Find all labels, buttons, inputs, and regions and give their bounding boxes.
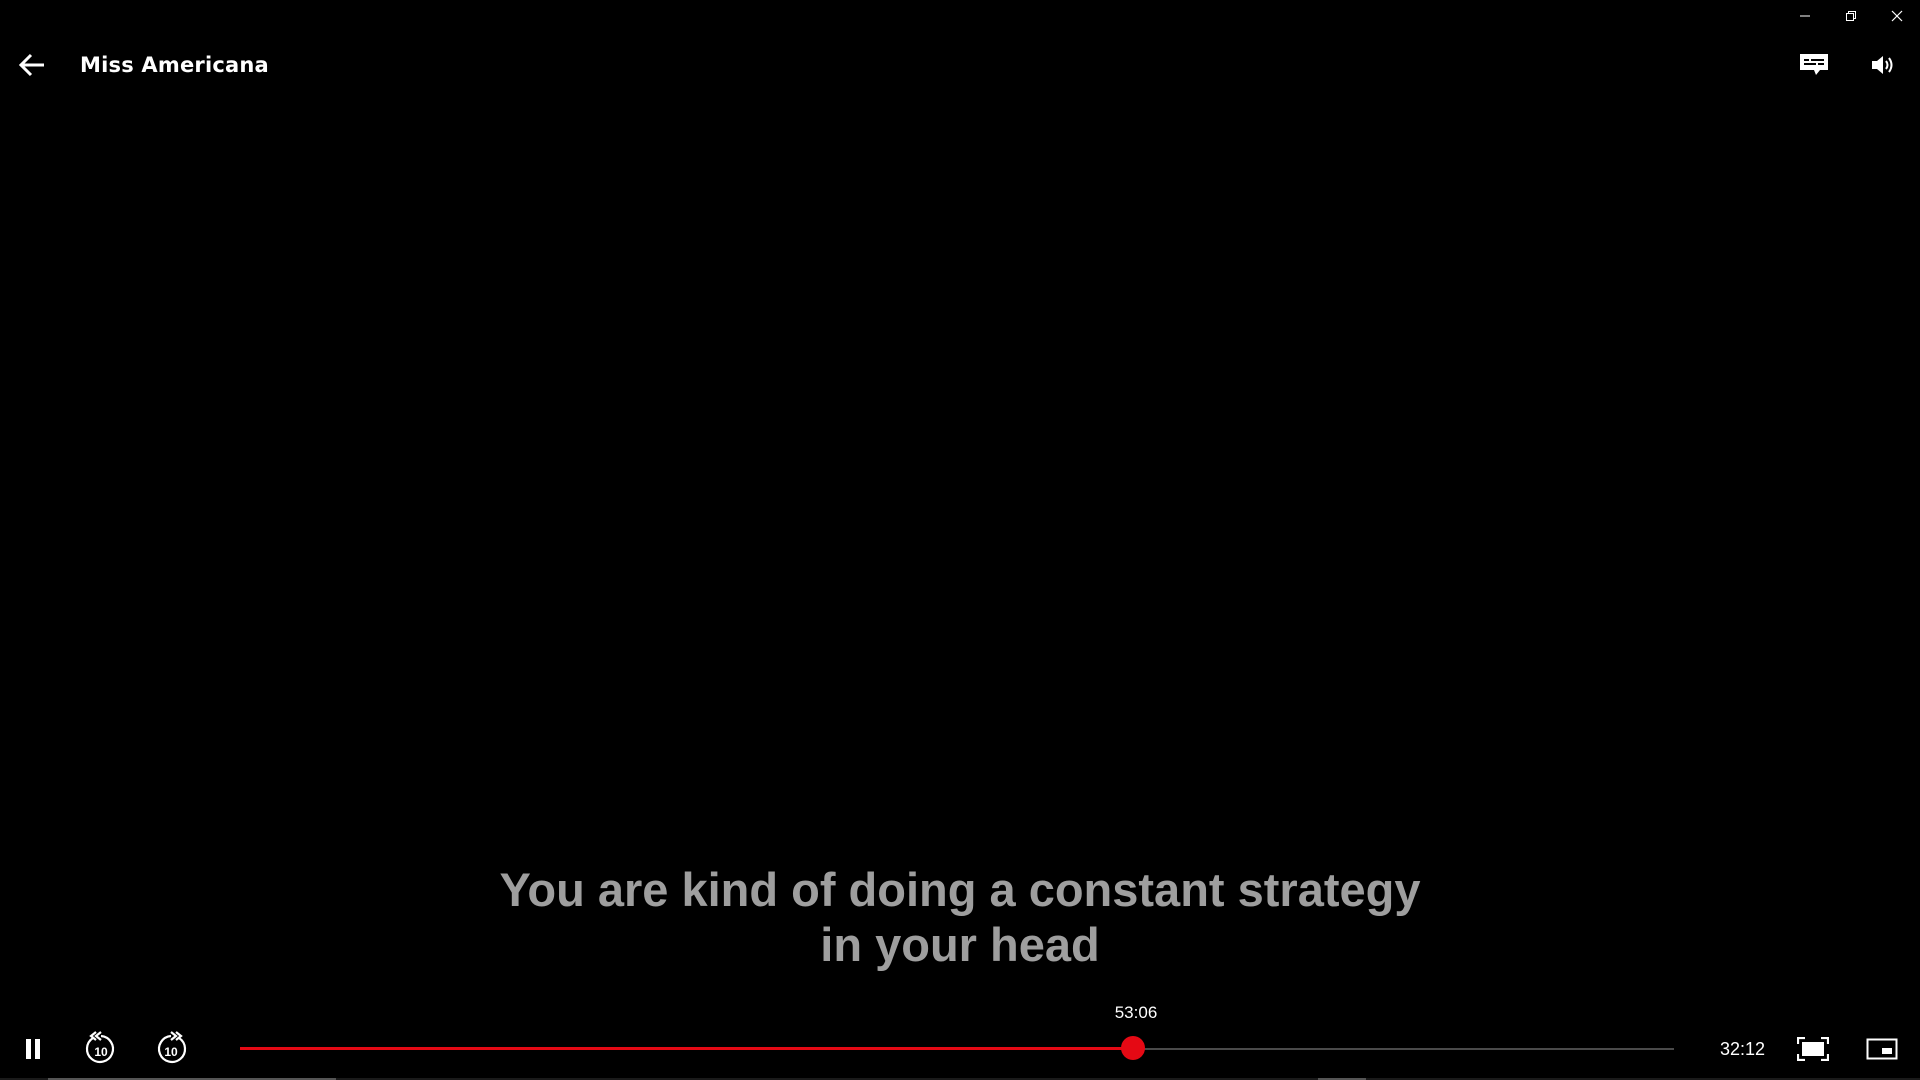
pause-button[interactable] [18, 1034, 48, 1064]
arrow-left-icon [18, 53, 44, 77]
subtitle-line-2: in your head [820, 918, 1100, 971]
close-icon [1891, 10, 1903, 22]
forward-seconds-label: 10 [164, 1045, 178, 1059]
forward-10-icon: 10 [157, 1031, 187, 1064]
video-title: Miss Americana [80, 53, 269, 77]
rewind-10-button[interactable]: 10 [82, 1030, 120, 1068]
volume-button[interactable] [1868, 50, 1898, 80]
restore-icon [1846, 11, 1856, 21]
pause-icon [26, 1039, 40, 1059]
subtitles-button[interactable] [1796, 50, 1832, 80]
minimize-button[interactable] [1782, 0, 1828, 32]
restore-button[interactable] [1828, 0, 1874, 32]
picture-in-picture-button[interactable] [1865, 1034, 1899, 1064]
close-button[interactable] [1874, 0, 1920, 32]
remaining-time: 32:12 [1720, 1039, 1766, 1059]
seek-bar[interactable]: 53:06 [240, 1003, 1674, 1060]
subtitle-line-1: You are kind of doing a constant strateg… [499, 863, 1421, 916]
seek-progress [240, 1047, 1133, 1050]
seek-time-tooltip: 53:06 [1114, 1003, 1158, 1022]
forward-10-button[interactable]: 10 [152, 1030, 190, 1068]
rewind-seconds-label: 10 [94, 1045, 108, 1059]
playback-controls: 10 10 53:06 32:12 [0, 1003, 1920, 1080]
window-controls [1782, 0, 1920, 32]
seek-thumb[interactable] [1121, 1036, 1145, 1060]
fullscreen-button[interactable] [1796, 1034, 1830, 1064]
video-player-app: Miss Americana You are kind of doing a c… [0, 0, 1920, 1080]
minimize-icon [1800, 15, 1810, 17]
top-bar: Miss Americana [0, 40, 1920, 90]
back-button[interactable] [16, 50, 48, 80]
fullscreen-icon [1797, 1037, 1829, 1061]
subtitle-caption: You are kind of doing a constant strateg… [0, 862, 1920, 972]
subtitles-icon [1800, 54, 1828, 75]
picture-in-picture-icon [1866, 1038, 1898, 1060]
volume-icon [1872, 56, 1893, 74]
rewind-10-icon: 10 [85, 1031, 115, 1064]
